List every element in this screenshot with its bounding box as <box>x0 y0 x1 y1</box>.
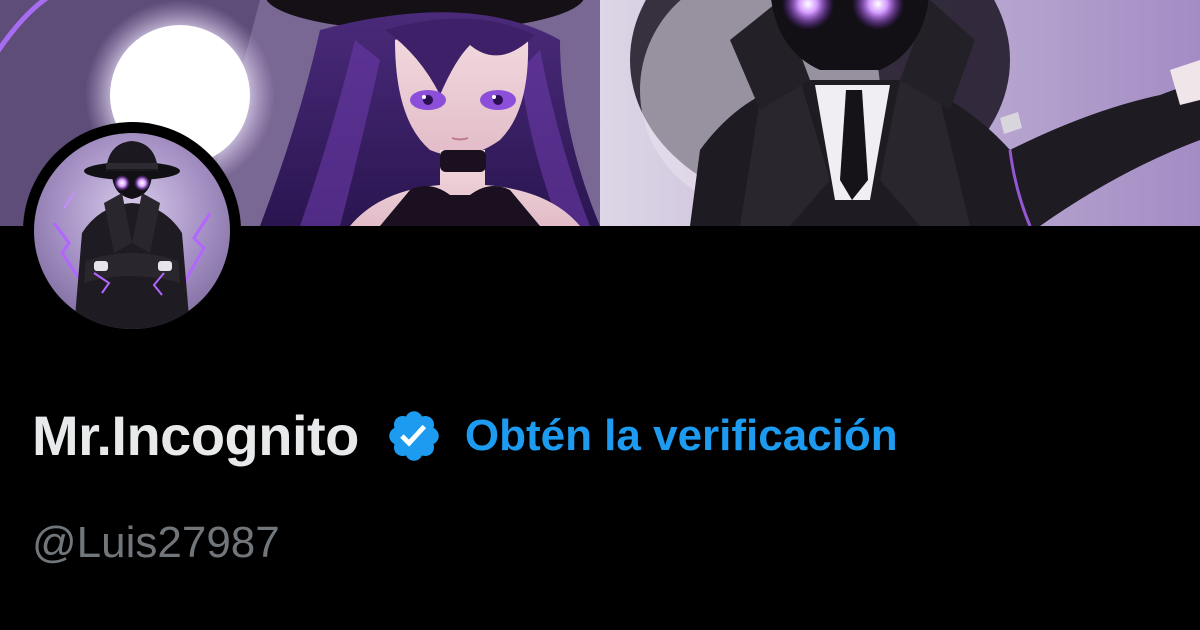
profile-handle: @Luis27987 <box>32 518 280 567</box>
profile-name-row: Mr.Incognito Obtén la verificación <box>32 398 898 474</box>
verified-badge-icon[interactable] <box>385 407 443 465</box>
display-name: Mr.Incognito <box>32 404 359 467</box>
profile-page: Mr.Incognito Obtén la verificación @Luis… <box>0 0 1200 630</box>
profile-avatar[interactable] <box>23 122 241 340</box>
avatar-image <box>34 133 230 329</box>
get-verified-link[interactable]: Obtén la verificación <box>465 398 898 474</box>
